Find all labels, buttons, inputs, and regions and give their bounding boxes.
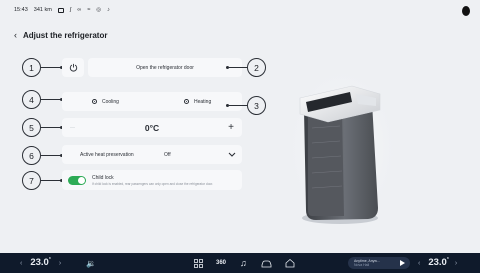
chevron-left-icon[interactable]: ‹	[20, 260, 22, 267]
media-subtitle: Nova Hall	[354, 263, 370, 267]
cooling-radio-icon	[92, 99, 97, 104]
cooling-option[interactable]: Cooling	[92, 92, 119, 111]
heat-preservation-label: Active heat preservation	[80, 151, 134, 158]
child-lock-description: If child lock is enabled, rear passenger…	[92, 181, 214, 186]
callout-number: 4	[29, 94, 34, 105]
power-button[interactable]	[62, 58, 84, 77]
wifi-icon: ≈	[87, 7, 91, 13]
callout-line	[41, 127, 61, 128]
callout-line	[229, 67, 247, 68]
chevron-right-icon[interactable]: ›	[59, 260, 61, 267]
temperature-value: 0°C	[144, 122, 160, 133]
right-temperature: 23.0	[428, 257, 447, 269]
heating-radio-icon	[184, 99, 189, 104]
open-door-button[interactable]: Open the refrigerator door	[88, 58, 242, 77]
increase-temp-button[interactable]: +	[228, 122, 234, 133]
temperature-stepper: — 0°C +	[62, 118, 242, 137]
callout-marker-2: 2	[247, 58, 266, 77]
left-temperature: 23.0	[30, 257, 49, 269]
page-header: ‹ Adjust the refrigerator	[14, 30, 107, 40]
bottom-dock: ‹ 23.0° › 🔉 360 ♫ Anytime, Anyw... Nova …	[0, 253, 480, 273]
power-icon	[69, 63, 77, 72]
callout-line	[41, 180, 61, 181]
volume-icon[interactable]: 🔉	[86, 253, 96, 273]
callout-number: 2	[254, 62, 259, 73]
status-range: 341 km	[33, 7, 52, 13]
heat-preservation-value: Off	[164, 151, 171, 158]
right-temp-unit: °	[446, 257, 449, 264]
child-lock-row: Child lock If child lock is enabled, rea…	[62, 170, 242, 190]
callout-line	[41, 67, 61, 68]
refrigerator-illustration	[282, 58, 402, 236]
right-climate-control[interactable]: ‹ 23.0° ›	[418, 253, 457, 273]
left-temp-unit: °	[48, 257, 51, 264]
mode-selector: Cooling Heating	[62, 92, 242, 111]
left-climate-control[interactable]: ‹ 23.0° ›	[20, 253, 61, 273]
callout-marker-7: 7	[22, 171, 41, 190]
callout-marker-6: 6	[22, 146, 41, 165]
home-icon[interactable]	[285, 253, 295, 273]
status-time: 15:43	[14, 7, 28, 13]
callout-number: 7	[29, 175, 34, 186]
apps-icon[interactable]	[194, 253, 203, 273]
chevron-right-icon[interactable]: ›	[455, 260, 457, 267]
heat-preservation-dropdown[interactable]: Active heat preservation Off	[62, 145, 242, 164]
callout-number: 6	[29, 150, 34, 161]
callout-marker-4: 4	[22, 90, 41, 109]
status-bar: 15:43 341 km ∫ ∞ ≈ ◎ ♪	[0, 0, 480, 20]
child-lock-toggle[interactable]	[68, 175, 86, 185]
chevron-left-icon[interactable]: ‹	[418, 260, 420, 267]
bell-icon: ♪	[107, 7, 110, 13]
location-icon: ◎	[96, 7, 102, 13]
camera-360-icon[interactable]: 360	[216, 253, 226, 273]
callout-number: 3	[254, 100, 259, 111]
media-player[interactable]: Anytime, Anyw... Nova Hall	[348, 257, 410, 269]
open-door-label: Open the refrigerator door	[136, 64, 194, 71]
callout-marker-1: 1	[22, 58, 41, 77]
chevron-down-icon	[228, 152, 236, 157]
callout-line	[41, 99, 61, 100]
heating-option[interactable]: Heating	[184, 92, 211, 111]
battery-icon	[57, 7, 64, 13]
music-icon[interactable]: ♫	[240, 253, 247, 273]
play-icon[interactable]	[400, 260, 405, 266]
heating-label: Heating	[194, 98, 212, 105]
cooling-label: Cooling	[102, 98, 119, 105]
car-icon[interactable]	[261, 253, 272, 273]
back-arrow-icon[interactable]: ‹	[14, 30, 17, 40]
callout-line	[41, 155, 61, 156]
callout-number: 5	[29, 122, 34, 133]
bluetooth-icon: ∞	[77, 7, 82, 13]
page-title: Adjust the refrigerator	[23, 30, 108, 40]
callout-number: 1	[29, 62, 34, 73]
signal-icon: ∫	[69, 7, 72, 13]
profile-avatar[interactable]	[462, 6, 470, 16]
child-lock-label: Child lock	[92, 174, 114, 181]
callout-marker-5: 5	[22, 118, 41, 137]
callout-line	[229, 105, 247, 106]
callout-marker-3: 3	[247, 96, 266, 115]
